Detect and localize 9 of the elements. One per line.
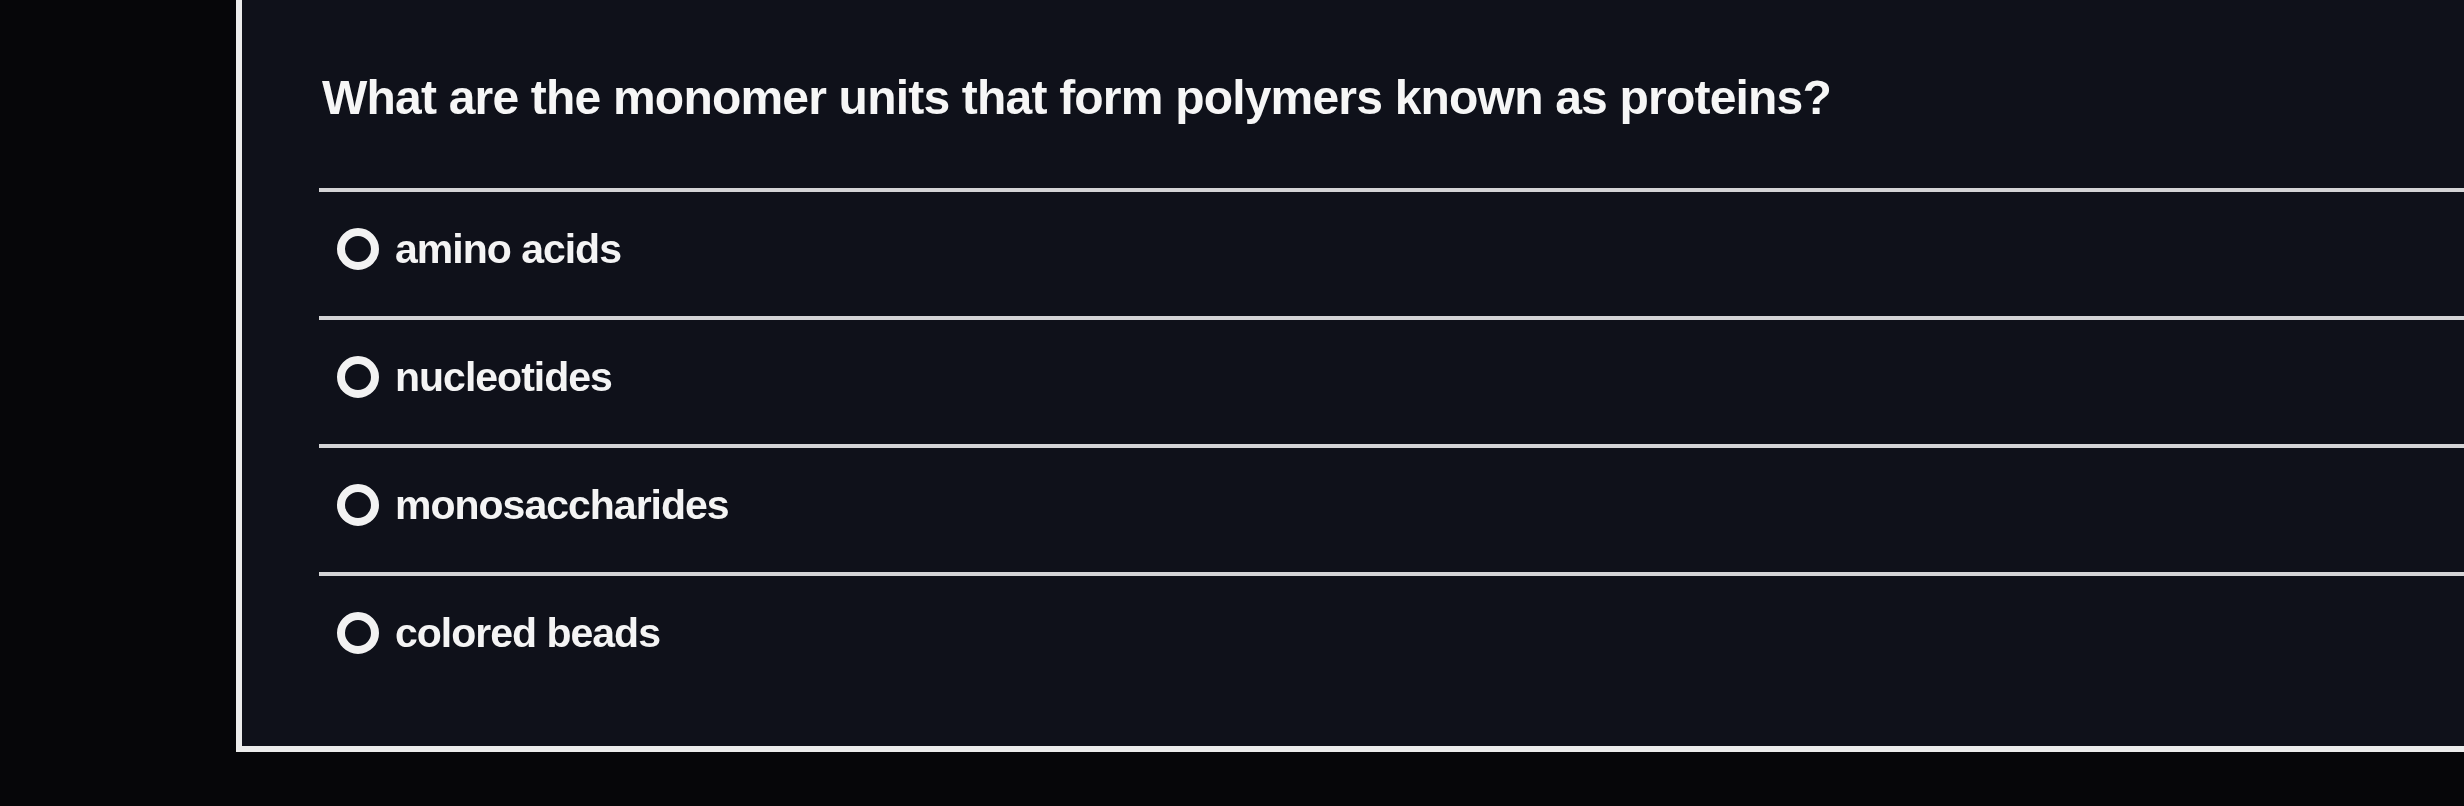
option-label: colored beads xyxy=(395,609,660,657)
option-label: amino acids xyxy=(395,225,621,273)
question-text: What are the monomer units that form polymers known as proteins? xyxy=(322,70,1831,126)
radio-button[interactable] xyxy=(337,228,379,270)
radio-button[interactable] xyxy=(337,356,379,398)
radio-button[interactable] xyxy=(337,484,379,526)
option-label: nucleotides xyxy=(395,353,612,401)
option-label: monosaccharides xyxy=(395,481,729,529)
radio-button[interactable] xyxy=(337,612,379,654)
